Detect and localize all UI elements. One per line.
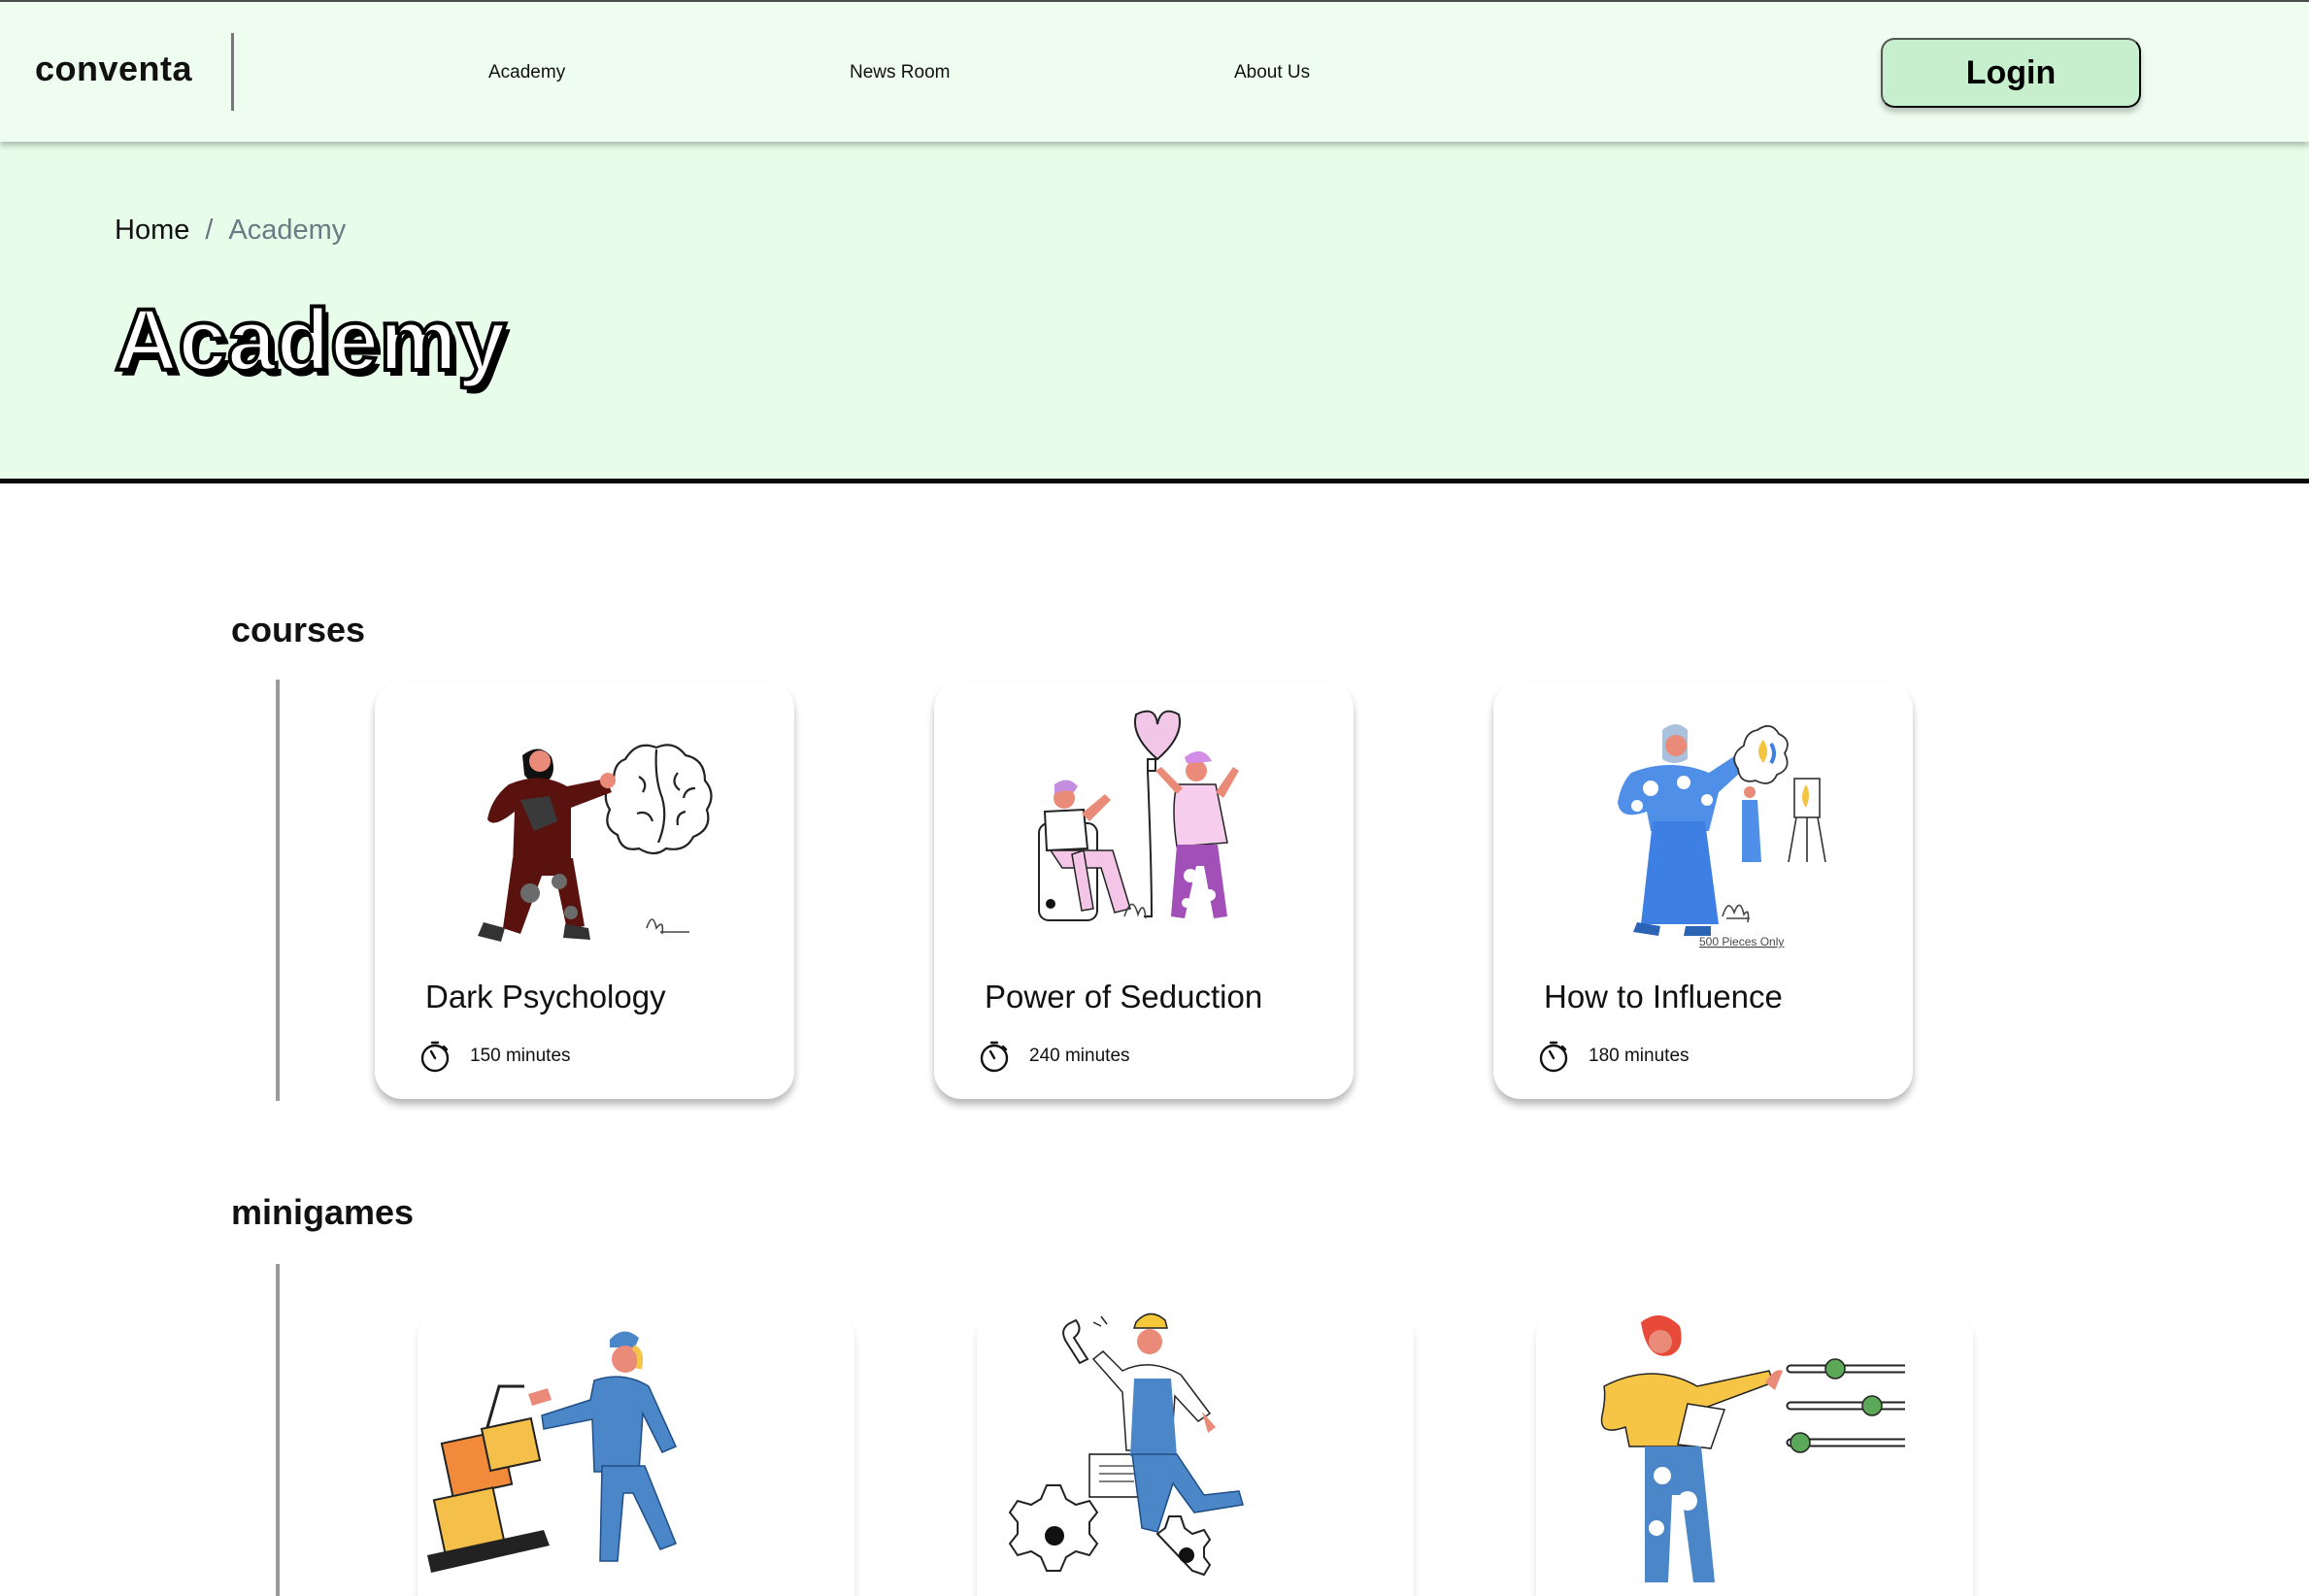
course-duration: 240 minutes	[977, 1039, 1130, 1074]
breadcrumb-current: Academy	[228, 215, 347, 246]
breadcrumb-separator: /	[205, 215, 214, 246]
course-card-how-to-influence[interactable]: 500 Pieces Only How to Influence 180 min…	[1493, 682, 1913, 1099]
how-to-influence-illustration: 500 Pieces Only	[1618, 724, 1826, 948]
stopwatch-icon	[1539, 1041, 1568, 1073]
nav-link-news-room[interactable]: News Room	[850, 62, 950, 83]
minigames-rail	[276, 1264, 280, 1596]
illustration-caption: 500 Pieces Only	[1699, 935, 1784, 948]
course-duration: 180 minutes	[1536, 1039, 1690, 1074]
stopwatch-icon	[980, 1041, 1009, 1073]
delivery-worker-illustration	[427, 1331, 677, 1573]
power-of-seduction-illustration	[1038, 710, 1239, 921]
course-title: How to Influence	[1544, 979, 1783, 1014]
nav-link-academy[interactable]: Academy	[488, 62, 565, 83]
breadcrumb-home[interactable]: Home	[115, 215, 189, 247]
courses-heading: courses	[231, 610, 366, 649]
mechanic-illustration	[1008, 1313, 1244, 1577]
nav-link-about-us[interactable]: About Us	[1234, 62, 1310, 83]
course-title: Dark Psychology	[425, 979, 666, 1014]
minigame-card-mechanic[interactable]	[977, 1311, 1414, 1596]
course-duration: 150 minutes	[418, 1039, 571, 1074]
course-duration-text: 180 minutes	[1589, 1046, 1690, 1066]
top-navbar: conventa Academy News Room About Us Logi…	[0, 0, 2309, 142]
settings-sliders-illustration	[1600, 1314, 1970, 1582]
minigame-card-delivery[interactable]	[418, 1311, 854, 1596]
course-title: Power of Seduction	[985, 979, 1263, 1014]
course-card-dark-psychology[interactable]: Dark Psychology 150 minutes	[375, 682, 794, 1099]
login-button[interactable]: Login	[1881, 38, 2141, 108]
course-duration-text: 240 minutes	[1029, 1046, 1130, 1066]
page-hero: Home / Academy Academy	[0, 142, 2309, 483]
minigames-heading: minigames	[231, 1192, 415, 1232]
dark-psychology-illustration	[478, 744, 713, 942]
brand-logo[interactable]: conventa	[35, 49, 192, 89]
courses-rail	[276, 680, 280, 1101]
breadcrumb: Home / Academy	[115, 215, 346, 247]
course-duration-text: 150 minutes	[470, 1046, 571, 1066]
stopwatch-icon	[420, 1041, 450, 1073]
brand-divider	[231, 33, 234, 111]
page-title: Academy	[113, 292, 508, 389]
minigame-card-settings[interactable]	[1536, 1311, 1973, 1596]
course-card-power-of-seduction[interactable]: Power of Seduction 240 minutes	[934, 682, 1354, 1099]
